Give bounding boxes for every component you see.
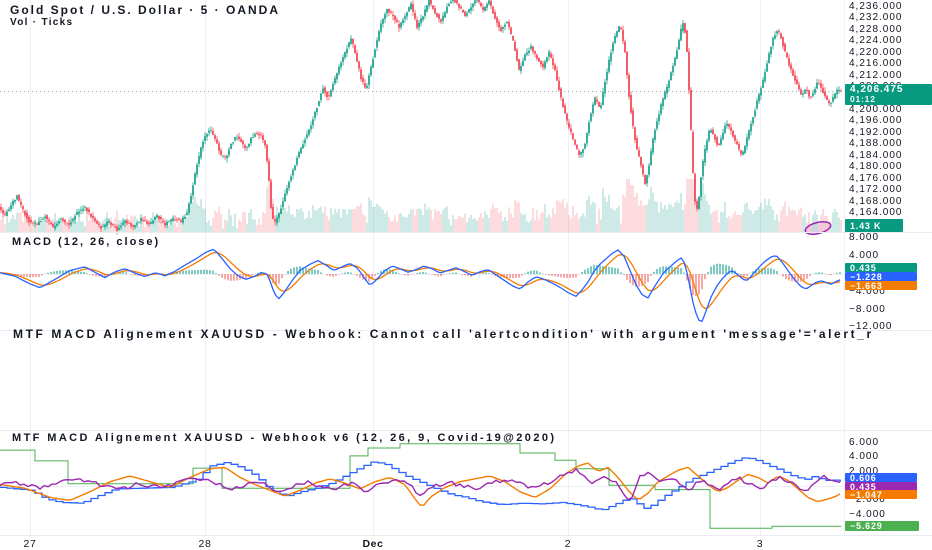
price-axis-label: 4,176.000 xyxy=(849,172,903,184)
current-price-badge: 4,206.475 01:12 xyxy=(845,84,932,105)
indicator-axis-label: 6.000 xyxy=(849,436,880,448)
pane-separator[interactable] xyxy=(0,430,932,431)
time-scale[interactable]: 27 28 Dec 2 3 xyxy=(0,535,932,550)
indicator-axis-label: −4.000 xyxy=(849,508,886,520)
macd-signal-badge: −1.663 xyxy=(845,280,917,291)
price-axis-label: 4,228.000 xyxy=(849,23,903,35)
price-axis-label: 4,224.000 xyxy=(849,35,903,47)
price-axis-label: 4,220.000 xyxy=(849,46,903,58)
macd-histogram-negative xyxy=(2,274,832,297)
mtf-indicator-title[interactable]: MTF MACD Alignement XAUUSD - Webhook v6 … xyxy=(12,432,556,444)
price-axis-label: 4,196.000 xyxy=(849,115,903,127)
mtf-orange-badge: −1.047 xyxy=(845,489,917,500)
mtf-green-value: −5.629 xyxy=(850,521,883,531)
bar-countdown: 01:12 xyxy=(850,94,876,104)
time-axis-label: 3 xyxy=(756,538,764,550)
macd-signal-line xyxy=(0,251,841,310)
volume-value-badge: 1.43 K xyxy=(845,219,903,232)
macd-line xyxy=(0,248,841,323)
mtf-orange-value: −1.047 xyxy=(850,489,883,500)
price-axis-label: 4,232.000 xyxy=(849,12,903,24)
macd-axis-label: −8.000 xyxy=(849,303,886,315)
price-axis-label: 4,212.000 xyxy=(849,69,903,81)
symbol-title[interactable]: Gold Spot / U.S. Dollar · 5 · OANDA xyxy=(10,3,280,17)
macd-signal-value: −1.663 xyxy=(850,280,883,291)
time-axis-label: Dec xyxy=(362,538,384,550)
tradingview-chart-window: Gold Spot / U.S. Dollar · 5 · OANDA Vol … xyxy=(0,0,932,550)
indicator-axis-label: 4.000 xyxy=(849,451,880,463)
time-axis-label: 28 xyxy=(198,538,212,550)
price-axis-label: 4,168.000 xyxy=(849,195,903,207)
time-axis-label: 27 xyxy=(23,538,37,550)
macd-axis-label: 4.000 xyxy=(849,250,880,262)
price-axis-label: 4,180.000 xyxy=(849,161,903,173)
pane-separator[interactable] xyxy=(0,232,932,233)
price-axis-label: 4,164.000 xyxy=(849,206,903,218)
mtf-green-badge: −5.629 xyxy=(845,521,919,531)
price-axis-label: 4,192.000 xyxy=(849,126,903,138)
price-axis-label: 4,172.000 xyxy=(849,184,903,196)
indicator-error-message[interactable]: MTF MACD Alignement XAUUSD - Webhook: Ca… xyxy=(13,327,874,341)
macd-indicator-title[interactable]: MACD (12, 26, close) xyxy=(12,236,160,248)
candles-up xyxy=(6,0,840,230)
time-axis-label: 2 xyxy=(564,538,572,550)
price-axis-label: 4,188.000 xyxy=(849,138,903,150)
chart-canvas[interactable] xyxy=(0,0,932,535)
price-axis-label: 4,236.000 xyxy=(849,1,903,12)
volume-value: 1.43 K xyxy=(850,220,882,231)
price-axis-label: 4,216.000 xyxy=(849,58,903,70)
volume-indicator-title[interactable]: Vol · Ticks xyxy=(10,17,73,28)
macd-axis-label: 8.000 xyxy=(849,232,880,244)
price-axis-label: 4,184.000 xyxy=(849,149,903,161)
price-axis-label: 4,200.000 xyxy=(849,103,903,115)
candles-down xyxy=(0,0,842,231)
